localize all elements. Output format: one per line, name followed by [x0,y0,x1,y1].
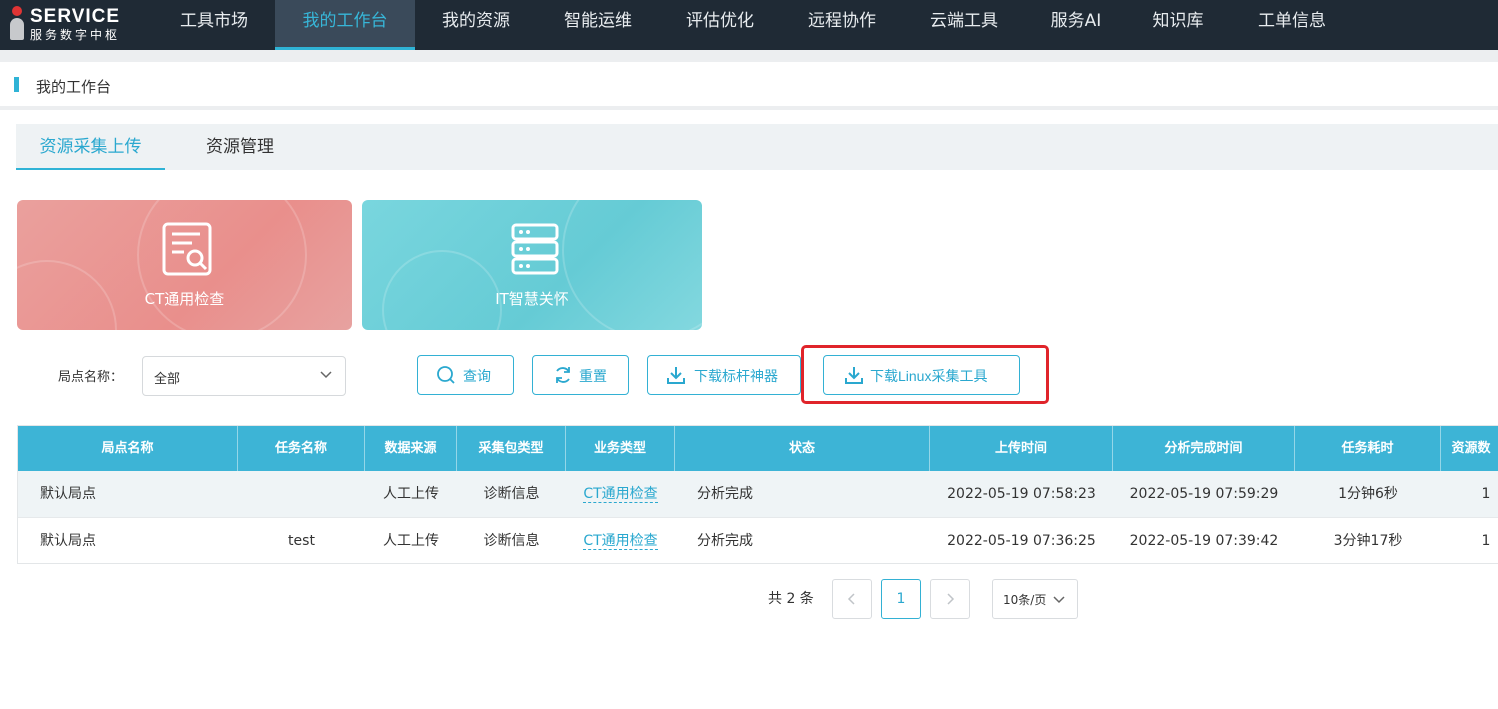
cell-data-source: 人工上传 [383,486,439,502]
cell-duration: 1分钟6秒 [1338,486,1398,502]
card-ct-general-check[interactable]: CT通用检查 [17,200,352,330]
breadcrumb: 我的工作台 [0,62,1498,110]
page-size-select[interactable]: 10条/页 [992,579,1078,619]
column-header-data-source: 数据来源 [365,426,457,471]
cell-business-type[interactable]: CT通用检查 [566,471,675,517]
cell-upload-time: 2022-05-19 07:58:23 [947,486,1096,502]
nav-item-ticket-info[interactable]: 工单信息 [1234,0,1350,50]
cell-package-type: 诊断信息 [483,533,540,549]
logo-mark-icon [10,6,24,40]
document-search-icon [162,222,212,276]
card-label: CT通用检查 [144,290,225,308]
download-benchmark-tool-label: 下载标杆神器 [694,368,778,384]
cell-task-name: test [288,533,315,549]
nav-item-cloud-tools[interactable]: 云端工具 [908,0,1020,50]
nav-item-smart-ops[interactable]: 智能运维 [542,0,654,50]
page-number-button[interactable]: 1 [881,579,921,619]
nav-item-remote-collab[interactable]: 远程协作 [786,0,898,50]
chevron-right-icon [947,593,955,605]
column-header-site: 局点名称 [18,426,238,471]
task-table: 局点名称 任务名称 数据来源 采集包类型 业务类型 状态 上传时间 分析完成时间… [17,425,1498,564]
cell-analysis-time: 2022-05-19 07:39:42 [1129,533,1279,549]
column-header-resource-count: 资源数 [1451,441,1491,456]
cell-status: 分析完成 [697,486,753,502]
cell-package-type: 诊断信息 [483,486,540,502]
search-icon [437,366,455,384]
logo-subtitle: 服务数字中枢 [30,28,121,42]
business-type-link[interactable]: CT通用检查 [583,486,658,503]
page-size-value: 10条/页 [1003,593,1047,607]
prev-page-button[interactable] [832,579,872,619]
chevron-down-icon [1053,596,1065,604]
card-decoration [562,200,702,330]
tab-resource-management[interactable]: 资源管理 [184,124,296,170]
nav-item-my-workbench[interactable]: 我的工作台 [275,0,415,50]
server-icon [511,223,559,275]
cell-analysis-time: 2022-05-19 07:59:29 [1129,486,1279,502]
nav-item-knowledge-base[interactable]: 知识库 [1132,0,1224,50]
card-label: IT智慧关怀 [495,290,569,308]
reset-button-label: 重置 [579,368,607,384]
reset-button[interactable]: 重置 [532,355,629,395]
column-header-task-name: 任务名称 [238,426,365,471]
page-title: 我的工作台 [36,78,112,96]
query-button[interactable]: 查询 [417,355,514,395]
nav-item-tool-market[interactable]: 工具市场 [155,0,273,50]
site-name-select[interactable]: 全部 [142,356,346,396]
top-navigation: SERVICE 服务数字中枢 工具市场 我的工作台 我的资源 智能运维 评估优化… [0,0,1498,50]
table-row[interactable]: 默认局点 test 人工上传 诊断信息 CT通用检查 分析完成 2022-05-… [18,517,1498,563]
nav-item-evaluation[interactable]: 评估优化 [664,0,776,50]
download-benchmark-tool-button[interactable]: 下载标杆神器 [647,355,801,395]
site-name-label: 局点名称： [58,370,124,385]
nav-item-service-ai[interactable]: 服务AI [1030,0,1122,50]
column-header-analysis-time: 分析完成时间 [1113,426,1295,471]
cell-site: 默认局点 [40,486,96,502]
next-page-button[interactable] [930,579,970,619]
chevron-left-icon [847,593,855,605]
tab-bar: 资源采集上传 资源管理 [16,124,1498,170]
cell-task-name [238,471,365,517]
card-it-smart-care[interactable]: IT智慧关怀 [362,200,702,330]
column-header-duration: 任务耗时 [1295,426,1441,471]
highlight-box [801,345,1049,404]
cell-status: 分析完成 [697,533,753,549]
business-type-link[interactable]: CT通用检查 [583,533,658,550]
cell-resource-count: 1 [1481,533,1491,549]
column-header-upload-time: 上传时间 [930,426,1113,471]
pagination-total: 共 2 条 [768,591,814,607]
column-header-business-type: 业务类型 [566,426,675,471]
breadcrumb-marker [14,77,19,92]
cell-business-type[interactable]: CT通用检查 [566,518,675,564]
service-logo[interactable]: SERVICE 服务数字中枢 [8,4,138,46]
column-header-status: 状态 [675,426,930,471]
tab-resource-upload[interactable]: 资源采集上传 [16,124,165,170]
cell-site: 默认局点 [40,533,96,549]
cell-duration: 3分钟17秒 [1333,533,1403,549]
cell-resource-count: 1 [1481,486,1491,502]
cell-upload-time: 2022-05-19 07:36:25 [947,533,1096,549]
cell-data-source: 人工上传 [383,533,439,549]
site-name-select-value: 全部 [154,372,181,387]
refresh-icon [556,367,570,383]
table-header: 局点名称 任务名称 数据来源 采集包类型 业务类型 状态 上传时间 分析完成时间… [18,426,1498,471]
logo-brand: SERVICE [30,6,121,27]
query-button-label: 查询 [463,368,491,384]
table-row[interactable]: 默认局点 人工上传 诊断信息 CT通用检查 分析完成 2022-05-19 07… [18,471,1498,517]
column-header-package-type: 采集包类型 [457,426,566,471]
nav-item-my-resources[interactable]: 我的资源 [420,0,532,50]
chevron-down-icon [320,371,332,379]
download-icon [667,367,685,384]
page-gap [0,50,1498,62]
